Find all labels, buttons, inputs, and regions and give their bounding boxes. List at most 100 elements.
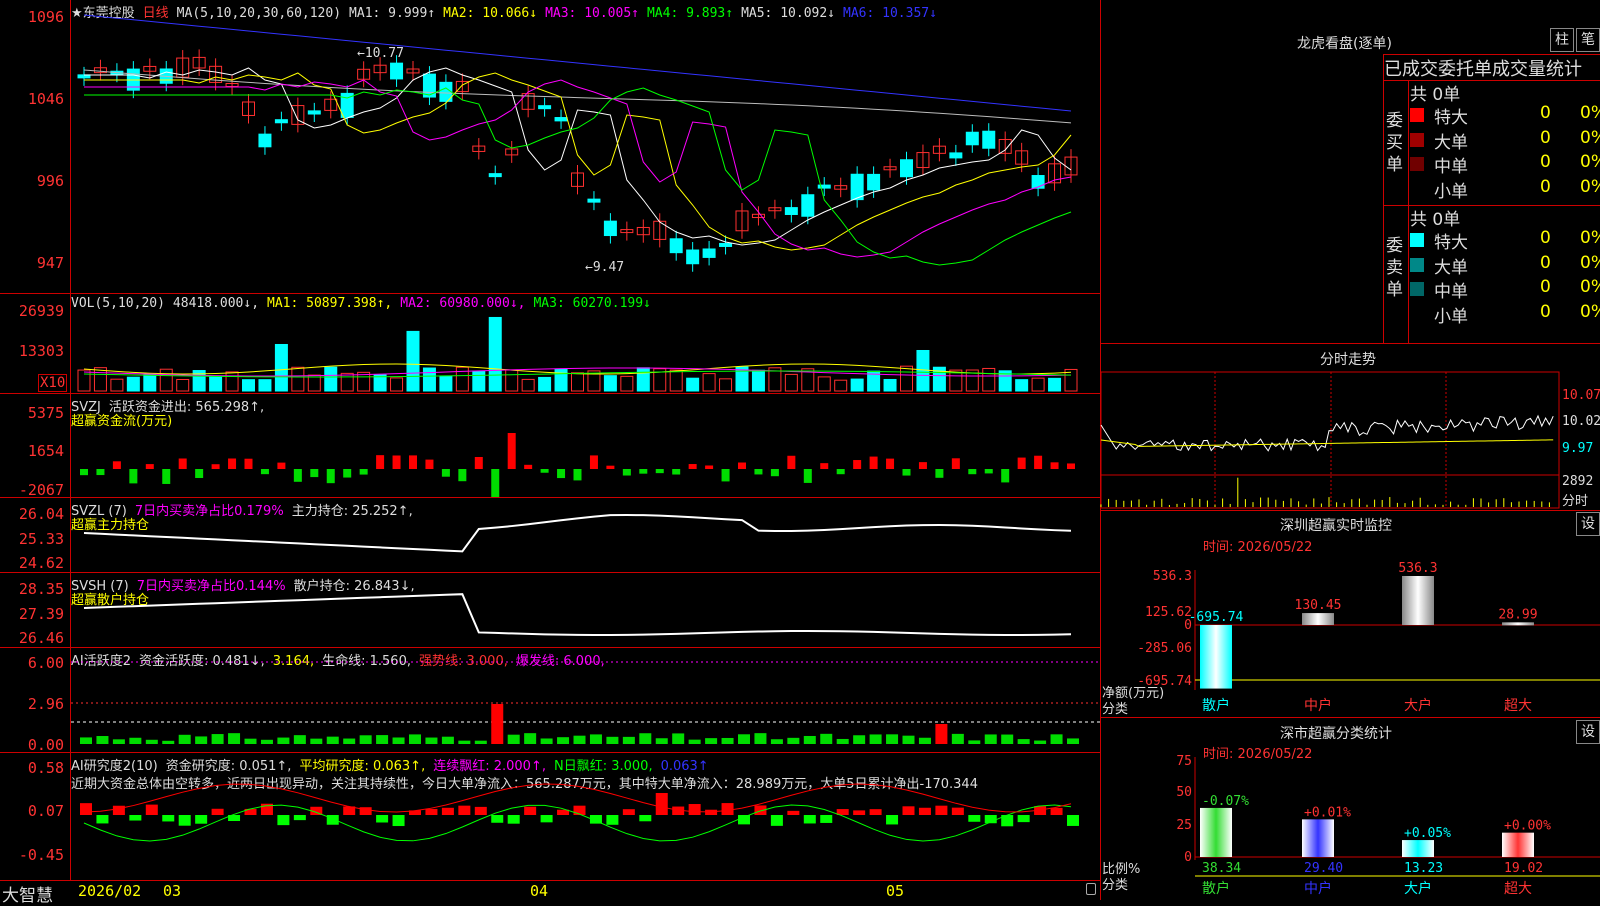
flow-bar (803, 469, 812, 483)
activity-bar (639, 733, 652, 744)
color-swatch (1410, 181, 1424, 196)
research-bar (425, 808, 438, 815)
volume-bar (176, 378, 190, 392)
bar-mode-button[interactable]: 柱 (1550, 28, 1574, 52)
activity-bar (968, 740, 981, 744)
volume-bar (702, 373, 716, 392)
activity-bar (754, 733, 767, 744)
flow-bar (639, 469, 648, 474)
activity-bar (655, 738, 668, 744)
flow-bar (622, 469, 631, 476)
volume-bar (110, 378, 124, 392)
research-bar (293, 815, 306, 821)
svsh-panel[interactable]: SVSH (7) 7日内买卖净占比0.144% 散户持仓: 26.843↓, 超赢散… (0, 572, 1100, 648)
color-swatch (1410, 306, 1424, 321)
sell-total: 共 0单 (1410, 210, 1461, 230)
candlestick-chart[interactable] (0, 0, 1100, 293)
flow-bar (96, 469, 105, 476)
volume-bar (422, 367, 436, 392)
ai-research-chart[interactable] (0, 753, 1100, 881)
activity-bar (573, 735, 586, 744)
fenshi-y-label: 10.07 (1562, 388, 1600, 403)
research-bar (655, 793, 668, 815)
activity-bar (738, 734, 750, 744)
flow-bar (606, 465, 615, 469)
buy-side-label: 委买单 (1386, 111, 1403, 175)
candle (587, 198, 601, 203)
order-count: 0 (1540, 176, 1551, 197)
ai-activity-panel[interactable]: AI活跃度2 资金活跃度: 0.481↓, 3.164, 生命线: 1.560, 强势线… (0, 647, 1100, 754)
volume-bar (159, 368, 173, 392)
volume-chart[interactable] (0, 294, 1100, 394)
volume-bar (242, 379, 255, 392)
activity-bar (688, 739, 701, 744)
activity-bar (918, 737, 931, 744)
volume-bar (900, 365, 913, 392)
research-bar (441, 807, 454, 815)
candle (669, 238, 683, 254)
flow-bar (902, 469, 911, 476)
research-bar (540, 815, 553, 823)
flow-bar (129, 469, 138, 484)
svzj-chart[interactable] (0, 394, 1100, 498)
flow-bar (524, 464, 533, 469)
activity-bar (145, 739, 158, 744)
activity-bar (540, 738, 553, 744)
date-axis: 大智慧 2026/02 03 04 05 (0, 880, 1100, 906)
tick-mode-button[interactable]: 笔 (1576, 28, 1600, 52)
activity-bar (458, 740, 471, 744)
flow-bar (474, 457, 483, 469)
sz-class-settings-button[interactable]: 设 (1576, 720, 1600, 744)
sz-class-title: 深市超赢分类统计 (1280, 726, 1392, 742)
kline-panel[interactable]: ★东莞控股 日线 MA(5,10,20,30,60,120) MA1: 9.999↑ M… (0, 0, 1100, 293)
activity-bar (244, 738, 257, 744)
flow-bar (343, 469, 352, 478)
research-bar (738, 815, 750, 825)
flow-bar (507, 433, 516, 469)
fenshi-y-label: 9.97 (1562, 441, 1594, 456)
buy-total: 共 0单 (1410, 85, 1461, 105)
flow-bar (211, 464, 220, 469)
svzl-panel[interactable]: SVZL (7) 7日内买卖净占比0.179% 主力持仓: 25.252↑, 超赢主… (0, 497, 1100, 573)
volume-bar (834, 379, 848, 392)
ai-activity-chart[interactable] (0, 648, 1100, 753)
volume-bar (982, 367, 996, 392)
ai-research-panel[interactable]: AI研究度2(10) 资金研究度: 0.051↑, 平均研究度: 0.063↑, 连续… (0, 752, 1100, 881)
research-bar (112, 805, 125, 815)
buy-row-3: 小单 0 0% (1410, 176, 1600, 202)
flow-bar (655, 469, 664, 474)
order-count: 0 (1540, 228, 1551, 248)
lock-icon[interactable] (1086, 883, 1096, 895)
flow-bar (491, 469, 500, 498)
order-percent: 0% (1580, 228, 1600, 248)
volume-bar (472, 370, 486, 392)
activity-bar (310, 738, 323, 744)
flow-bar (754, 469, 763, 475)
order-size-label: 大单 (1434, 132, 1468, 153)
activity-bar (524, 733, 537, 744)
flow-bar (441, 469, 450, 477)
volume-panel[interactable]: VOL(5,10,20) 48418.000↓, MA1: 50897.398↑, M… (0, 293, 1100, 394)
research-bar (392, 815, 405, 827)
order-percent: 0% (1580, 152, 1600, 172)
order-size-label: 特大 (1434, 233, 1468, 253)
flow-bar (1001, 469, 1010, 483)
volume-bar (488, 316, 502, 392)
sz-monitor-settings-button[interactable]: 设 (1576, 512, 1600, 536)
order-count: 0 (1540, 301, 1551, 322)
order-size-label: 大单 (1434, 257, 1468, 278)
svzl-chart[interactable] (0, 498, 1100, 573)
sell-side-label: 委卖单 (1386, 236, 1403, 300)
activity-bar (1067, 738, 1079, 744)
activity-bar (326, 736, 339, 744)
research-bar (458, 805, 471, 815)
candle (965, 131, 979, 146)
svsh-chart[interactable] (0, 573, 1100, 648)
research-bar (918, 807, 931, 815)
activity-bar (129, 737, 142, 744)
research-bar (1050, 807, 1063, 815)
svzj-panel[interactable]: SVZJ 活跃资金进出: 565.298↑, 超赢资金流(万元) 5375 165… (0, 393, 1100, 499)
order-size-label: 小单 (1434, 181, 1468, 202)
sell-row-2: 中单 0 0% (1410, 277, 1600, 302)
volume-bar (373, 374, 387, 392)
